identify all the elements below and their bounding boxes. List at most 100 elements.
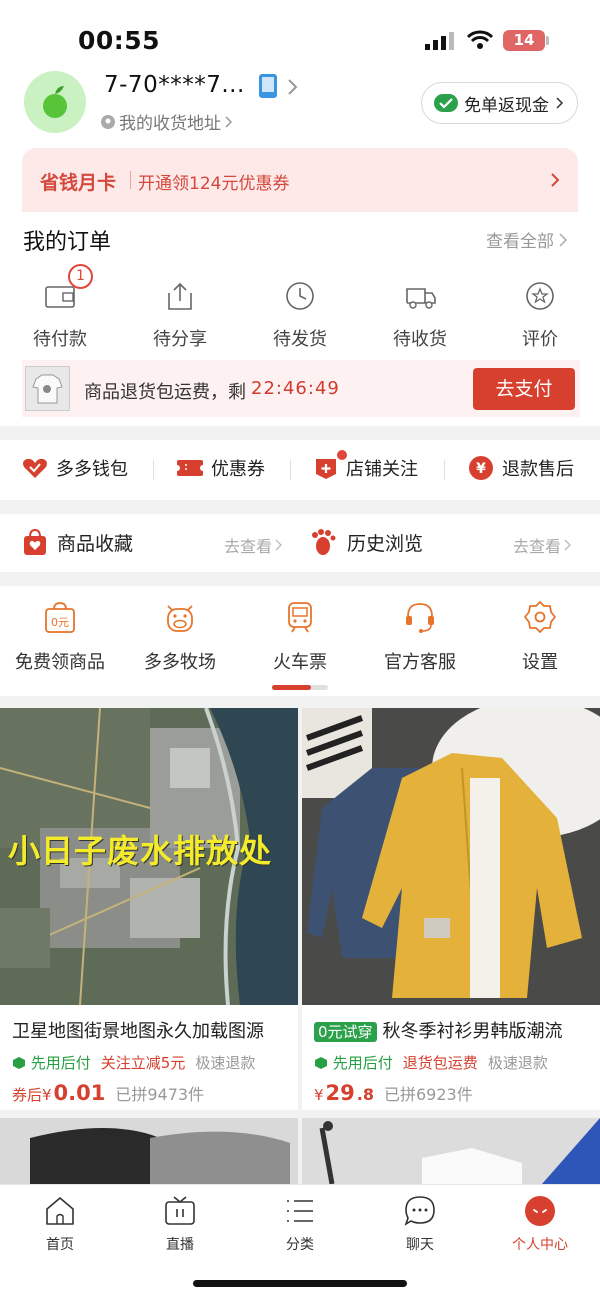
product-image[interactable]: 小日子废水排放处	[0, 708, 298, 1005]
view-link-label: 去查看	[224, 537, 273, 556]
divider	[153, 460, 154, 480]
product-card[interactable]: 小日子废水排放处 卫星地图街景地图永久加载图源 先用后付 关注立减5元 极速退款…	[0, 708, 298, 1110]
view-all-orders-link[interactable]: 查看全部	[486, 227, 568, 252]
clock-icon	[285, 281, 315, 311]
shortcut-followed-shops[interactable]: 店铺关注	[314, 455, 418, 481]
payment-notice: 商品退货包运费，剩	[84, 382, 246, 403]
tag-fast-refund: 极速退款	[195, 1054, 256, 1072]
divider	[444, 460, 445, 480]
location-pin-icon	[101, 114, 115, 129]
order-tab-pending-shipment[interactable]: 待发货	[240, 281, 360, 353]
price-prefix: 券后¥	[12, 1086, 52, 1104]
chevron-right-icon	[225, 115, 233, 128]
tool-farm[interactable]: 多多牧场	[120, 600, 240, 673]
chevron-right-icon[interactable]	[287, 78, 299, 96]
chevron-right-icon	[564, 539, 571, 551]
tshirt-image	[302, 1118, 600, 1184]
settings-icon	[523, 600, 557, 634]
tool-train-tickets[interactable]: 火车票	[240, 600, 360, 673]
pay-now-button[interactable]: 去支付	[473, 368, 575, 410]
phone-icon[interactable]	[258, 73, 278, 99]
tag-follow-discount: 关注立减5元	[100, 1054, 186, 1072]
battery-nub	[546, 36, 549, 45]
tool-settings[interactable]: 设置	[480, 600, 600, 673]
divider	[130, 171, 131, 189]
product-card-partial[interactable]	[302, 1118, 600, 1184]
product-image[interactable]	[302, 708, 600, 1005]
image-overlay-text: 小日子废水排放处	[8, 832, 273, 870]
order-tab-pending-payment[interactable]: 待付款	[0, 281, 120, 353]
product-thumbnail[interactable]	[25, 366, 70, 411]
train-icon	[283, 600, 317, 634]
order-tab-pending-share[interactable]: 待分享	[120, 281, 240, 353]
tool-free-goods[interactable]: 0元 免费领商品	[0, 600, 120, 673]
nav-profile[interactable]: 个人中心	[480, 1195, 600, 1255]
avatar[interactable]	[24, 71, 86, 133]
divider	[290, 460, 291, 480]
price-value: 0.01	[53, 1081, 106, 1105]
month-card-title: 省钱月卡	[40, 172, 117, 194]
product-tags: 先用后付 退货包运费 极速退款	[314, 1052, 548, 1073]
cashback-button[interactable]: 免单返现金	[421, 82, 578, 124]
product-card[interactable]: 0元试穿 秋冬季衬衫男韩版潮流 先用后付 退货包运费 极速退款 ¥ 29 .8 已…	[302, 708, 600, 1110]
free-bag-icon-text: 0元	[51, 616, 69, 629]
profile-icon	[524, 1195, 556, 1227]
history-view-link[interactable]: 去查看	[513, 533, 572, 557]
nav-live[interactable]: 直播	[120, 1195, 240, 1255]
chevron-right-icon	[275, 539, 282, 551]
favorites-view-link[interactable]: 去查看	[224, 533, 283, 557]
nav-categories[interactable]: 分类	[240, 1195, 360, 1255]
tool-label: 火车票	[273, 652, 327, 673]
free-bag-icon: 0元	[43, 600, 77, 634]
tool-customer-service[interactable]: 官方客服	[360, 600, 480, 673]
cashback-label: 免单返现金	[464, 95, 549, 116]
notification-dot	[336, 449, 348, 461]
product-price: ¥ 29 .8 已拼6923件	[314, 1081, 473, 1105]
product-price: 券后¥ 0.01 已拼9473件	[12, 1081, 204, 1105]
tag-label: 先用后付	[30, 1054, 91, 1072]
sold-count: 已拼6923件	[384, 1085, 473, 1104]
pay-later-icon	[315, 1057, 327, 1069]
wallet-icon	[45, 281, 75, 311]
nav-chat[interactable]: 聊天	[360, 1195, 480, 1255]
order-tab-review[interactable]: 评价	[480, 281, 600, 353]
history-label: 历史浏览	[347, 532, 424, 555]
tool-label: 免费领商品	[15, 652, 105, 673]
nav-label: 首页	[46, 1237, 74, 1253]
tools-scroll-thumb	[272, 685, 312, 690]
tool-label: 多多牧场	[144, 652, 216, 673]
tv-icon	[164, 1195, 196, 1227]
shop-plus-icon	[316, 459, 336, 479]
chevron-right-icon	[559, 232, 568, 247]
shortcut-refunds[interactable]: ¥ 退款售后	[468, 455, 574, 481]
shortcut-label: 多多钱包	[56, 459, 128, 480]
address-link[interactable]: 我的收货地址	[100, 109, 234, 134]
product-card-partial[interactable]	[0, 1118, 298, 1184]
order-tab-label: 评价	[522, 329, 558, 350]
chat-icon	[404, 1195, 436, 1227]
username[interactable]: 7-70****7...	[104, 72, 245, 98]
tag-label: 先用后付	[332, 1054, 393, 1072]
tool-label: 官方客服	[384, 652, 456, 673]
shortcut-coupons[interactable]: 优惠券	[177, 455, 265, 481]
product-tags: 先用后付 关注立减5元 极速退款	[12, 1052, 255, 1073]
check-badge-icon	[434, 94, 458, 112]
order-tab-pending-receipt[interactable]: 待收货	[360, 281, 480, 353]
orders-title: 我的订单	[23, 230, 112, 255]
order-tab-label: 待付款	[33, 329, 87, 350]
nav-home[interactable]: 首页	[0, 1195, 120, 1255]
coupon-icon	[177, 460, 203, 476]
price-decimal: .8	[356, 1085, 374, 1104]
chevron-right-icon[interactable]	[550, 172, 560, 188]
cow-icon	[163, 600, 197, 634]
address-link-label: 我的收货地址	[119, 114, 221, 134]
list-icon	[284, 1195, 316, 1227]
shortcut-wallet[interactable]: 多多钱包	[22, 455, 128, 481]
history-entry[interactable]: 历史浏览	[311, 528, 423, 556]
favorites-label: 商品收藏	[57, 532, 134, 555]
favorites-entry[interactable]: 商品收藏	[23, 528, 133, 556]
bag-icon	[24, 528, 46, 555]
svg-text:¥: ¥	[476, 461, 486, 477]
product-title: 卫星地图街景地图永久加载图源	[12, 1021, 264, 1042]
nav-label: 分类	[286, 1237, 314, 1253]
